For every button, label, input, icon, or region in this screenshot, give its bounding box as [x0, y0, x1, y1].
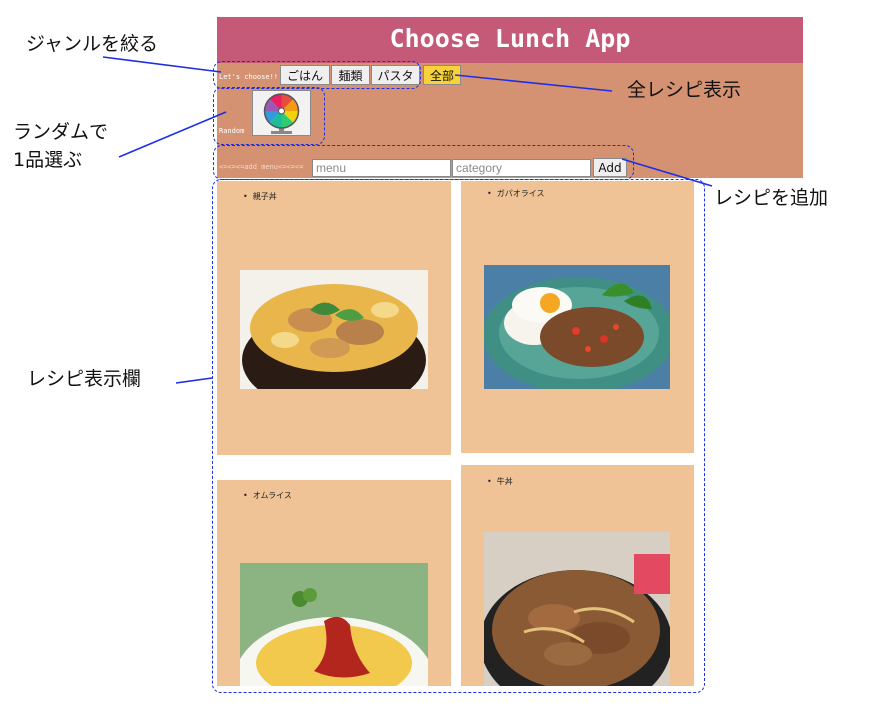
annotation-display-area: レシピ表示欄 [27, 368, 142, 390]
annotation-filter: ジャンルを絞る [26, 33, 159, 55]
annotation-random-line2: 1品選ぶ [13, 149, 83, 171]
annotation-random-line1: ランダムで [13, 121, 109, 143]
annotation-add-recipe: レシピを追加 [714, 187, 829, 209]
annotation-show-all: 全レシピ表示 [627, 79, 742, 101]
annotation-lines [102, 56, 713, 384]
